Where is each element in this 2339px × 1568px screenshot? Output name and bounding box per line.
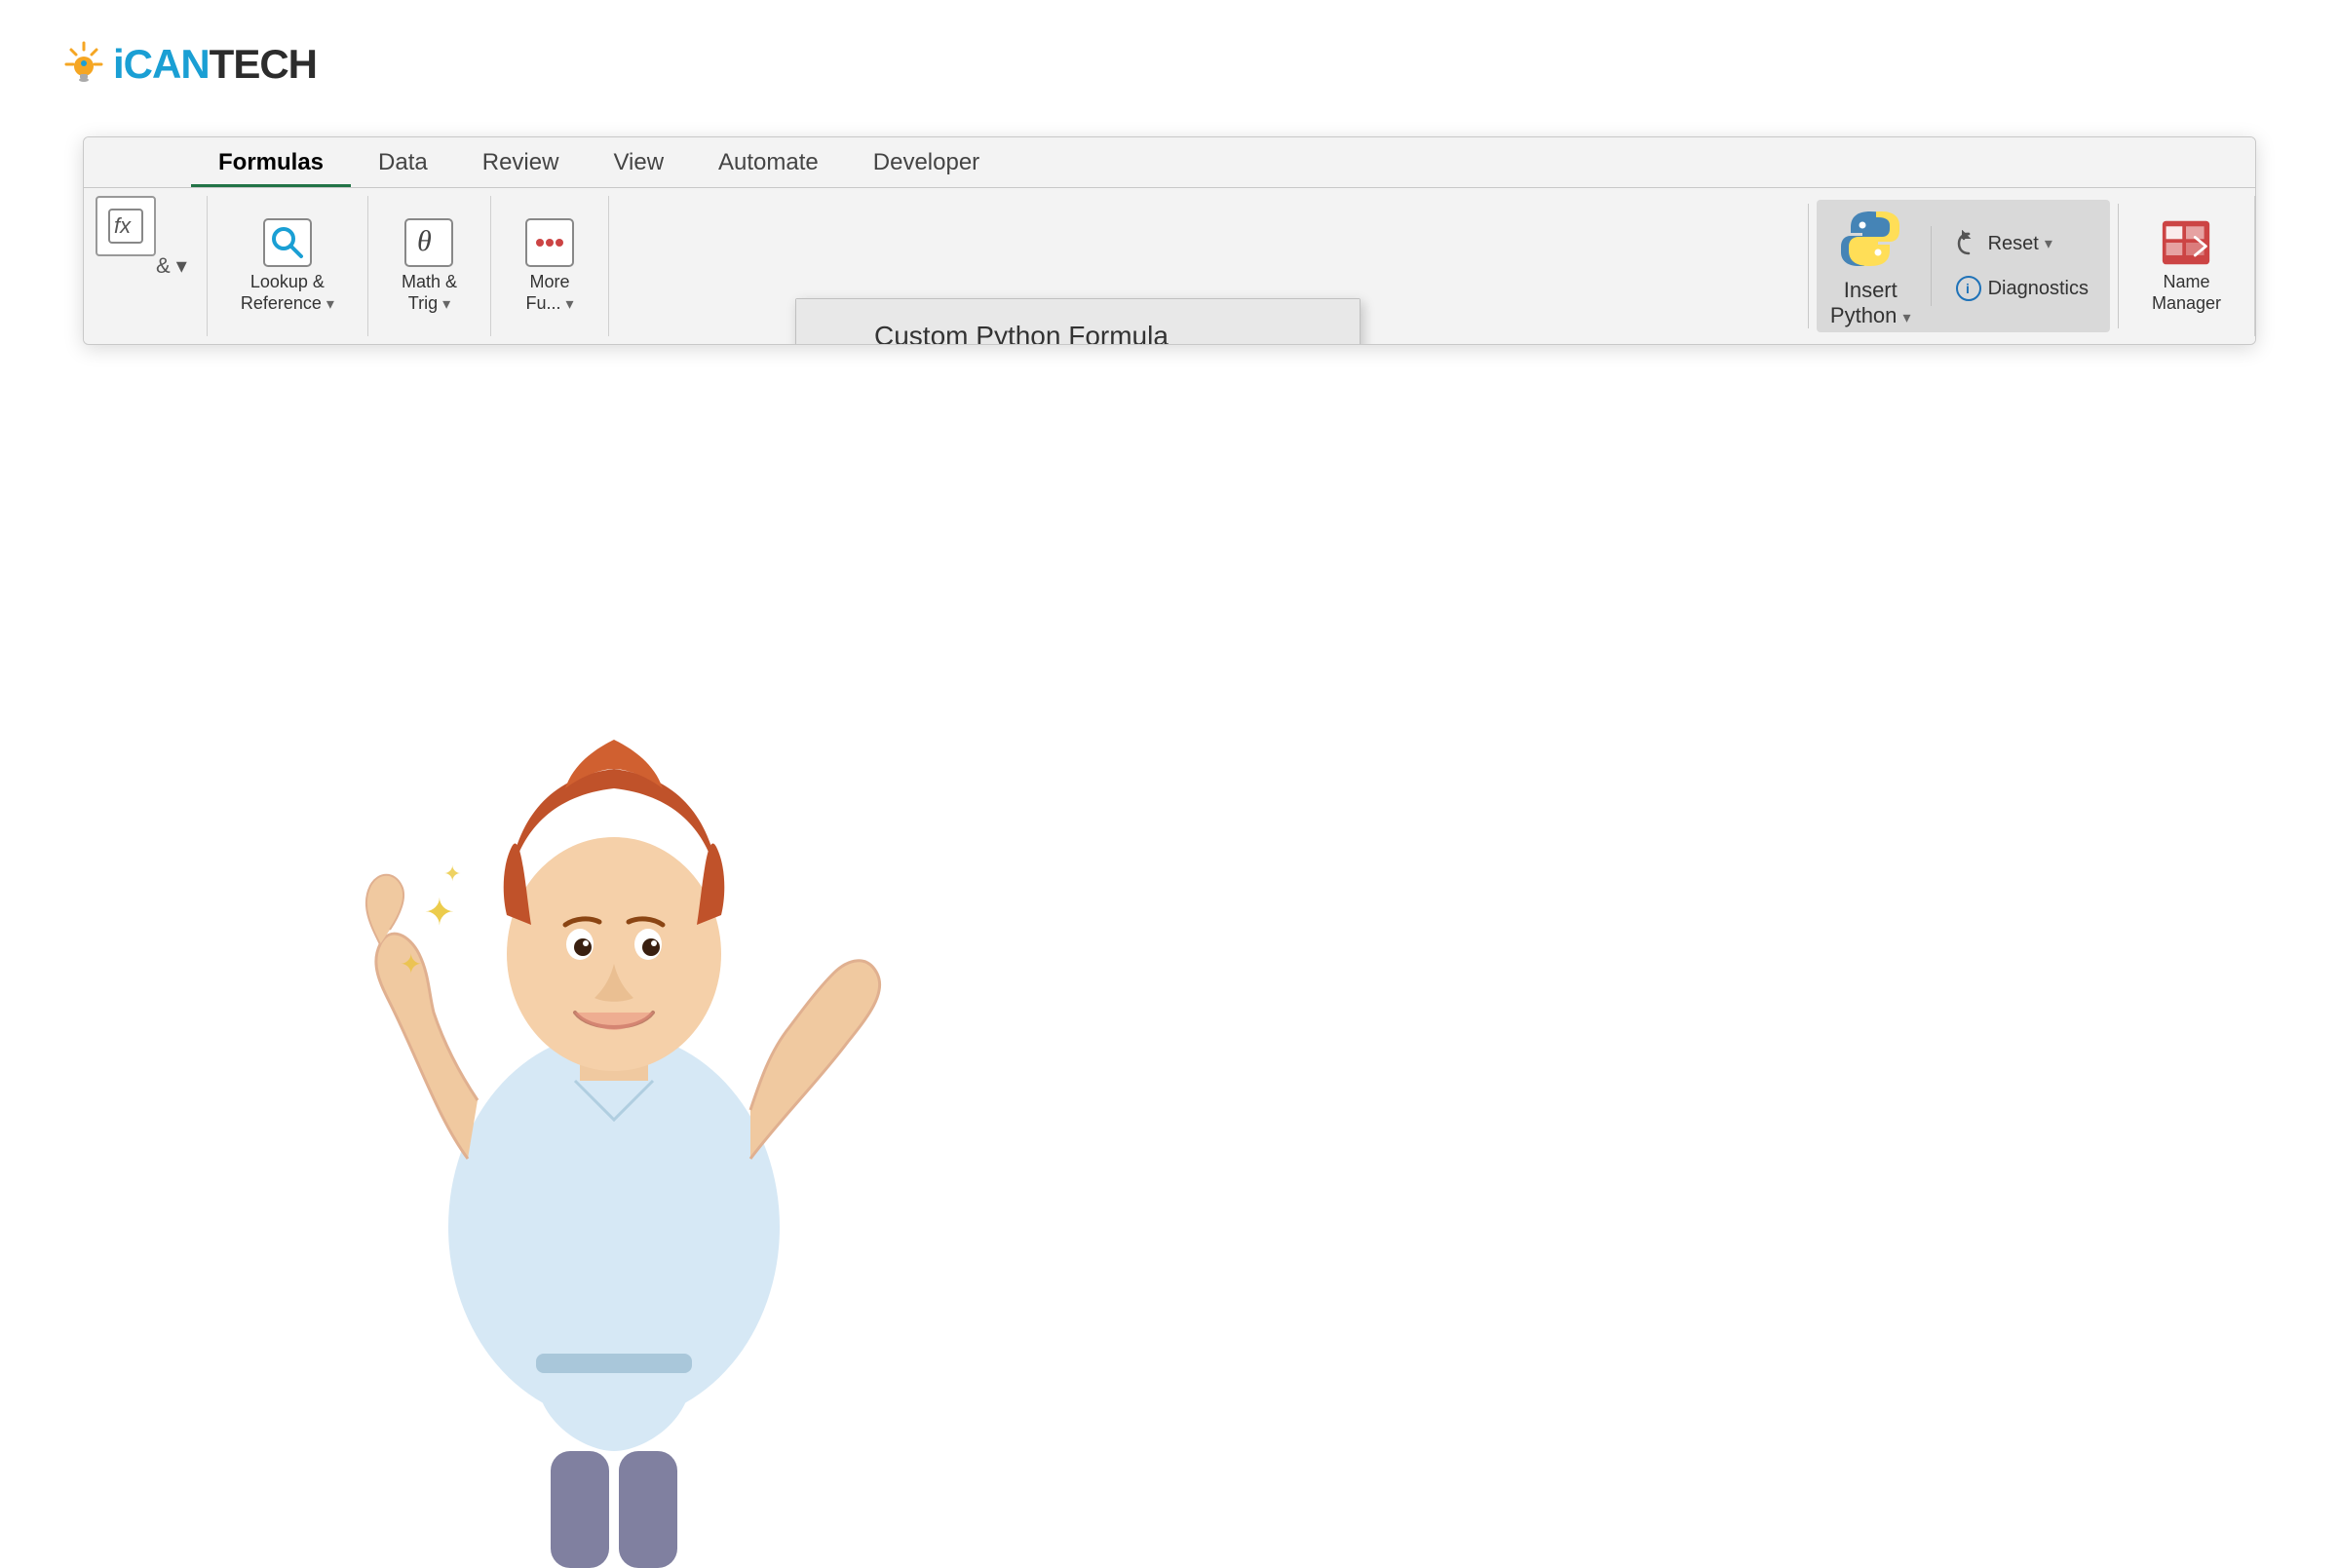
name-manager-button[interactable]: Name Manager <box>2142 211 2231 320</box>
tab-view[interactable]: View <box>586 137 691 187</box>
math-button[interactable]: θ Math & Trig ▾ <box>392 211 467 320</box>
tab-developer[interactable]: Developer <box>846 137 1007 187</box>
tab-automate[interactable]: Automate <box>691 137 846 187</box>
tab-review[interactable]: Review <box>455 137 587 187</box>
partial-section: fx & ▾ <box>96 196 195 336</box>
separator-1 <box>1808 204 1809 328</box>
group-lookup: Lookup & Reference ▾ <box>208 196 368 336</box>
group-math: θ Math & Trig ▾ <box>368 196 491 336</box>
partial-side-btns: & ▾ <box>156 196 195 336</box>
python-side-buttons: Reset ▾ i Diagnostics <box>1931 226 2096 306</box>
svg-text:i: i <box>1966 281 1970 296</box>
tab-data[interactable]: Data <box>351 137 455 187</box>
reset-chevron: ▾ <box>2045 234 2052 253</box>
svg-text:✦: ✦ <box>400 949 422 979</box>
math-icon: θ <box>403 217 454 268</box>
diagnostics-label: Diagnostics <box>1988 278 2089 300</box>
partial-amp: & ▾ <box>156 253 187 279</box>
reset-icon <box>1955 230 1982 257</box>
logo-icon <box>58 39 109 90</box>
tab-formulas[interactable]: Formulas <box>191 137 351 187</box>
svg-text:✦: ✦ <box>443 861 461 886</box>
python-label: Insert Python ▾ <box>1830 278 1911 328</box>
ribbon-container: Formulas Data Review View Automate Devel… <box>83 136 2256 345</box>
python-section: Insert Python ▾ Reset ▾ <box>1817 200 2110 332</box>
reset-button[interactable]: Reset ▾ <box>1947 226 2096 261</box>
more-icon <box>524 217 575 268</box>
partial-icon: fx <box>96 196 156 256</box>
group-more: More Fu... ▾ <box>491 196 609 336</box>
diagnostics-button[interactable]: i Diagnostics <box>1947 271 2096 306</box>
custom-python-formula-item[interactable]: Custom Python Formula <box>796 299 1360 345</box>
character-illustration: ✦ ✦ ✦ <box>273 496 955 1568</box>
lookup-label: Lookup & Reference ▾ <box>241 272 334 314</box>
diagnostics-icon: i <box>1955 275 1982 302</box>
more-button[interactable]: More Fu... ▾ <box>515 211 585 320</box>
group-name-manager: Name Manager <box>2119 196 2255 336</box>
ribbon-tabs: Formulas Data Review View Automate Devel… <box>84 137 2255 188</box>
svg-text:✦: ✦ <box>424 893 455 934</box>
python-icon-large <box>1835 204 1905 274</box>
svg-text:fx: fx <box>114 213 132 238</box>
math-label: Math & Trig ▾ <box>402 272 457 314</box>
partial-group: fx & ▾ <box>84 196 208 336</box>
reset-label: Reset <box>1988 233 2039 255</box>
name-manager-label: Name Manager <box>2152 272 2221 314</box>
logo-text: iCANTECH <box>113 41 317 88</box>
logo: iCANTECH <box>58 39 317 90</box>
lookup-icon <box>262 217 313 268</box>
dropdown-menu: Custom Python Formula Explore Python Sam… <box>795 298 1361 345</box>
insert-python-button[interactable]: Insert Python ▾ <box>1830 204 1911 328</box>
logo-i: i <box>113 41 124 87</box>
logo-tech: TECH <box>210 41 317 87</box>
svg-text:θ: θ <box>417 225 432 257</box>
logo-can: CAN <box>124 41 210 87</box>
name-manager-icon <box>2161 217 2211 268</box>
lookup-button[interactable]: Lookup & Reference ▾ <box>231 211 344 320</box>
more-label: More Fu... ▾ <box>525 272 573 314</box>
